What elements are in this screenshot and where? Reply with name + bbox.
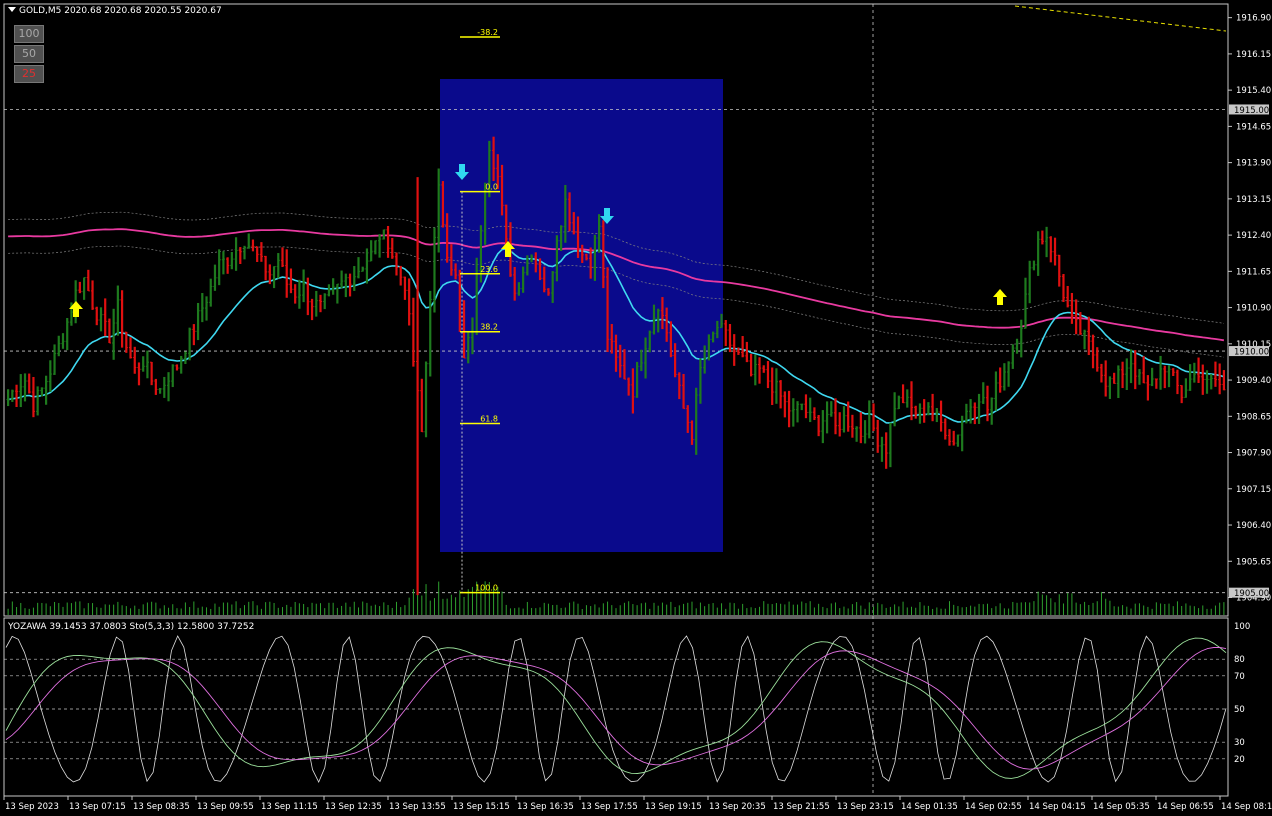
time-tick-label: 14 Sep 01:35 bbox=[901, 802, 958, 812]
time-tick-label: 13 Sep 19:15 bbox=[645, 802, 702, 812]
price-level-label: 1910.00 bbox=[1234, 348, 1269, 358]
fib-level-label: 100.0 bbox=[475, 584, 498, 593]
price-tick-label: 1913.15 bbox=[1236, 195, 1271, 205]
symbol-line: GOLD,M5 2020.68 2020.68 2020.55 2020.67 bbox=[19, 6, 222, 16]
price-tick-label: 1910.90 bbox=[1236, 304, 1271, 314]
lot-button-50[interactable]: 50 bbox=[14, 45, 44, 63]
indicator-label: YOZAWA 39.1453 37.0803 Sto(5,3,3) 12.580… bbox=[8, 622, 255, 632]
fib-level-label: 38.2 bbox=[480, 323, 498, 332]
fib-level-label: 0.0 bbox=[485, 183, 498, 192]
time-tick-label: 14 Sep 02:55 bbox=[965, 802, 1022, 812]
price-level-label: 1915.00 bbox=[1234, 106, 1269, 116]
time-tick-label: 13 Sep 20:35 bbox=[709, 802, 766, 812]
time-tick-label: 13 Sep 07:15 bbox=[69, 802, 126, 812]
price-tick-label: 1915.40 bbox=[1236, 86, 1271, 96]
lot-button-25[interactable]: 25 bbox=[14, 65, 44, 83]
indicator-level-label: 100 bbox=[1234, 622, 1250, 632]
time-tick-label: 14 Sep 05:35 bbox=[1093, 802, 1150, 812]
price-tick-label: 1912.40 bbox=[1236, 231, 1271, 241]
fib-level-label: -38.2 bbox=[477, 28, 498, 37]
price-tick-label: 1914.65 bbox=[1236, 122, 1271, 132]
fib-level-label: 61.8 bbox=[480, 415, 498, 424]
price-tick-label: 1909.40 bbox=[1236, 376, 1271, 386]
price-axis: 1916.90 1916.15 1915.40 1914.65 1913.90 1913.… bbox=[1228, 14, 1271, 604]
highlight-rectangle[interactable] bbox=[440, 79, 723, 552]
time-tick-label: 13 Sep 12:35 bbox=[325, 802, 382, 812]
price-tick-label: 1907.15 bbox=[1236, 485, 1271, 495]
time-tick-label: 14 Sep 04:15 bbox=[1029, 802, 1086, 812]
time-tick-label: 13 Sep 13:55 bbox=[389, 802, 446, 812]
time-tick-label: 13 Sep 09:55 bbox=[197, 802, 254, 812]
time-tick-label: 13 Sep 11:15 bbox=[261, 802, 318, 812]
lot-button-label: 50 bbox=[22, 47, 36, 60]
time-tick-label: 13 Sep 15:15 bbox=[453, 802, 510, 812]
lot-button-label: 100 bbox=[18, 27, 40, 40]
indicator-level-label: 80 bbox=[1234, 655, 1245, 665]
price-tick-label: 1916.15 bbox=[1236, 50, 1271, 60]
time-tick-label: 13 Sep 2023 bbox=[5, 802, 59, 812]
lot-button-100[interactable]: 100 bbox=[14, 25, 44, 43]
time-tick-label: 13 Sep 16:35 bbox=[517, 802, 574, 812]
price-level-label: 1905.00 bbox=[1234, 589, 1269, 599]
indicator-level-label: 20 bbox=[1234, 755, 1245, 765]
price-tick-label: 1907.90 bbox=[1236, 449, 1271, 459]
price-tick-label: 1911.65 bbox=[1236, 267, 1271, 277]
symbol-header: GOLD,M5 2020.68 2020.68 2020.55 2020.67 bbox=[8, 6, 222, 16]
time-tick-label: 13 Sep 08:35 bbox=[133, 802, 190, 812]
time-tick-label: 14 Sep 08:15 bbox=[1221, 802, 1272, 812]
price-tick-label: 1905.65 bbox=[1236, 557, 1271, 567]
time-tick-label: 13 Sep 21:55 bbox=[773, 802, 830, 812]
time-axis: 13 Sep 2023 13 Sep 07:15 13 Sep 08:35 13 Se… bbox=[3, 796, 1272, 812]
dropdown-triangle-icon[interactable] bbox=[8, 7, 16, 12]
indicator-level-label: 70 bbox=[1234, 672, 1245, 682]
time-tick-label: 14 Sep 06:55 bbox=[1157, 802, 1214, 812]
time-tick-label: 13 Sep 23:15 bbox=[837, 802, 894, 812]
price-chart[interactable]: -38.2 0.0 23.6 38.2 61.8 100.0 1916.90 1916.15… bbox=[0, 0, 1272, 816]
time-tick-label: 13 Sep 17:55 bbox=[581, 802, 638, 812]
fib-level-label: 23.6 bbox=[480, 265, 498, 274]
indicator-level-label: 50 bbox=[1234, 705, 1245, 715]
indicator-level-label: 30 bbox=[1234, 738, 1245, 748]
lot-button-label: 25 bbox=[22, 67, 36, 80]
price-tick-label: 1906.40 bbox=[1236, 521, 1271, 531]
indicator-frame bbox=[3, 617, 1229, 797]
price-tick-label: 1908.65 bbox=[1236, 412, 1271, 422]
price-tick-label: 1913.90 bbox=[1236, 159, 1271, 169]
price-tick-label: 1916.90 bbox=[1236, 14, 1271, 24]
